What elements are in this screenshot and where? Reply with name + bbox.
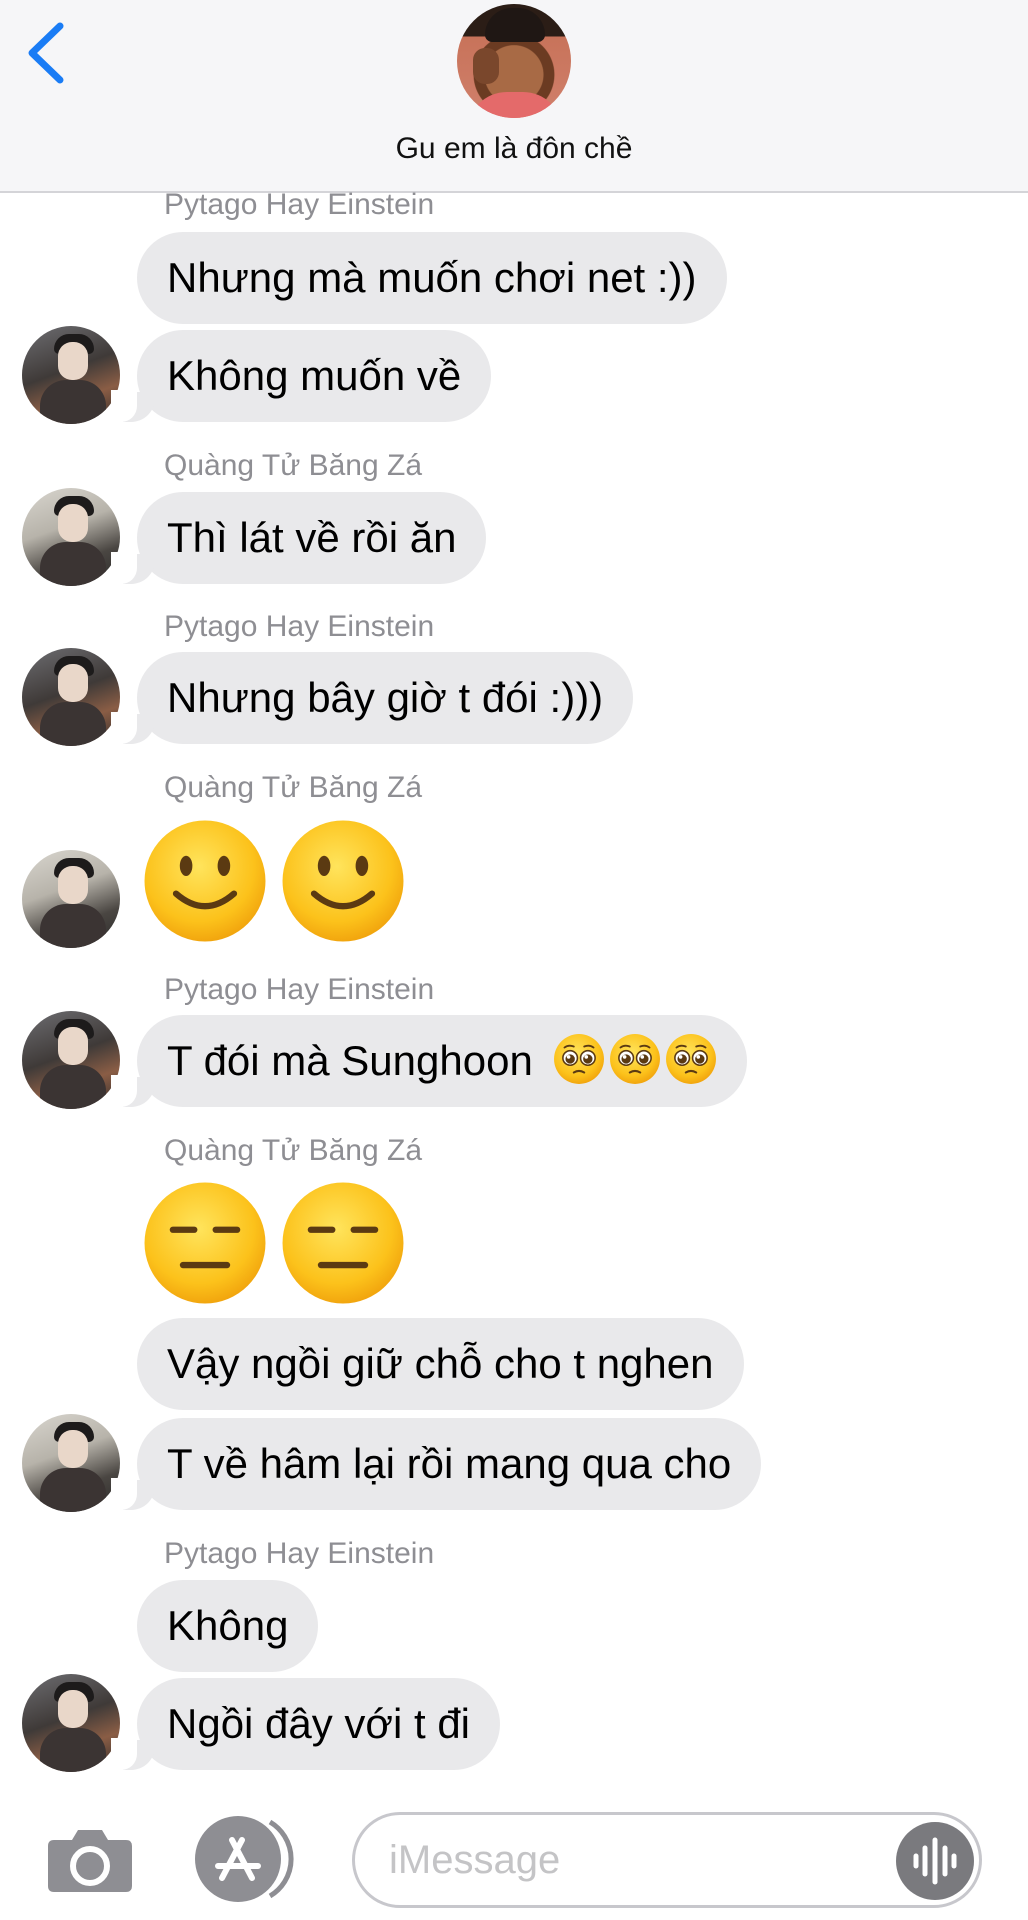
conversation-header: Gu em là đôn chề xyxy=(0,0,1028,193)
sender-name: Pytago Hay Einstein xyxy=(164,973,435,1006)
contact-avatar[interactable] xyxy=(457,4,571,118)
message-bubble[interactable]: Vậy ngồi giữ chỗ cho t nghen xyxy=(137,1318,744,1410)
avatar-face xyxy=(58,504,88,542)
pleading-face-icon xyxy=(665,1033,717,1085)
avatar-face xyxy=(58,664,88,702)
message-bubble[interactable]: Nhưng mà muốn chơi net :)) xyxy=(137,232,727,324)
emoji-message[interactable] xyxy=(142,1180,406,1306)
message-bubble[interactable]: Không muốn về xyxy=(110,330,492,422)
sender-name: Quàng Tử Băng Zá xyxy=(164,771,423,804)
avatar-hand xyxy=(473,48,499,84)
avatar-face xyxy=(58,866,88,904)
sender-name: Pytago Hay Einstein xyxy=(164,610,435,643)
avatar-shirt xyxy=(467,92,563,118)
message-text: T đói mà Sunghoon xyxy=(167,1037,533,1084)
pleading-face-icon xyxy=(609,1033,661,1085)
avatar-cap xyxy=(485,8,545,42)
avatar-face xyxy=(58,1690,88,1728)
slightly-smiling-face-icon xyxy=(280,818,406,944)
avatar-body xyxy=(40,1065,106,1109)
avatar-body xyxy=(40,1468,106,1512)
audio-waveform-icon[interactable] xyxy=(896,1822,974,1900)
avatar-face xyxy=(58,342,88,380)
avatar-face xyxy=(58,1027,88,1065)
sender-name: Quàng Tử Băng Zá xyxy=(164,449,423,482)
expressionless-face-icon xyxy=(142,1180,268,1306)
sender-avatar xyxy=(22,1674,120,1772)
camera-icon[interactable] xyxy=(46,1824,134,1894)
app-store-icon[interactable] xyxy=(192,1814,296,1904)
sender-name: Pytago Hay Einstein xyxy=(164,1537,435,1570)
avatar-body xyxy=(40,542,106,586)
avatar-body xyxy=(40,1728,106,1772)
pleading-face-icon xyxy=(553,1033,605,1085)
expressionless-face-icon xyxy=(280,1180,406,1306)
avatar-body xyxy=(40,380,106,424)
message-bubble[interactable]: Nhưng bây giờ t đói :))) xyxy=(110,652,634,744)
sender-avatar xyxy=(22,850,120,948)
sender-avatar xyxy=(22,326,120,424)
message-bubble[interactable]: Ngồi đây với t đi xyxy=(110,1678,501,1770)
sender-name: Pytago Hay Einstein xyxy=(164,188,435,221)
message-bubble[interactable]: Không xyxy=(137,1580,319,1672)
avatar-body xyxy=(40,702,106,746)
avatar-face xyxy=(58,1430,88,1468)
imessage-input[interactable] xyxy=(352,1812,982,1908)
sender-avatar xyxy=(22,1414,120,1512)
emoji-message[interactable] xyxy=(142,818,406,944)
contact-name[interactable]: Gu em là đôn chề xyxy=(0,132,1028,166)
sender-name: Quàng Tử Băng Zá xyxy=(164,1134,423,1167)
message-bubble[interactable]: T đói mà Sunghoon xyxy=(111,1015,747,1107)
sender-avatar xyxy=(22,648,120,746)
slightly-smiling-face-icon xyxy=(142,818,268,944)
message-bubble[interactable]: Thì lát về rồi ăn xyxy=(110,492,487,584)
sender-avatar xyxy=(22,1011,120,1109)
back-chevron-icon[interactable] xyxy=(22,20,70,86)
message-bubble[interactable]: T về hâm lại rồi mang qua cho xyxy=(110,1418,762,1510)
avatar-body xyxy=(40,904,106,948)
sender-avatar xyxy=(22,488,120,586)
